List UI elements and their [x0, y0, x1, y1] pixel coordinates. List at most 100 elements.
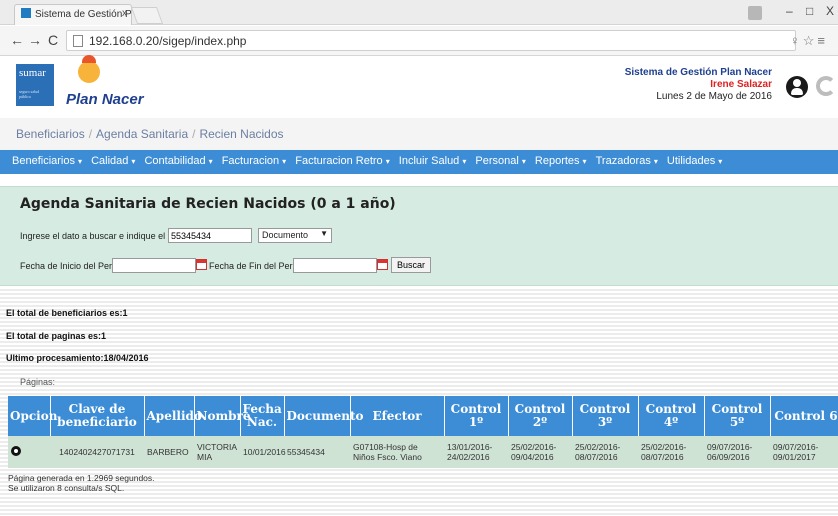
browser-tab-bar: Sistema de Gestión Plan N x – □ X — [0, 0, 838, 25]
caret-down-icon: ▾ — [77, 157, 82, 166]
caret-down-icon: ▾ — [582, 157, 587, 166]
table-row: 1402402427071731 BARBERO VICTORIA MIA 10… — [8, 436, 838, 468]
search-button[interactable]: Buscar — [391, 257, 432, 273]
sumar-logo-text: sumar — [19, 67, 46, 79]
page-icon — [73, 35, 83, 47]
menu-label: Facturacion Retro — [295, 155, 383, 167]
menu-reportes[interactable]: Reportes ▾ — [535, 155, 587, 167]
search-input[interactable] — [168, 228, 252, 243]
menu-label: Beneficiarios — [12, 155, 75, 167]
maximize-icon[interactable]: □ — [806, 4, 813, 18]
column-header: Opcion — [8, 396, 57, 436]
menu-label: Reportes — [534, 155, 580, 167]
new-tab-button[interactable] — [130, 7, 164, 24]
caret-down-icon: ▾ — [282, 157, 287, 166]
menu-contabilidad[interactable]: Contabilidad ▾ — [144, 155, 212, 167]
sql-query-count: Se utilizaron 8 consulta/s SQL. — [8, 483, 125, 493]
end-date-input[interactable] — [293, 258, 377, 273]
back-icon[interactable]: ← — [10, 32, 24, 48]
column-header: Control 5º — [704, 396, 771, 436]
menu-label: Facturacion — [221, 155, 280, 167]
caret-down-icon: ▾ — [131, 157, 136, 166]
breadcrumb: Beneficiarios / Agenda Sanitaria / Recien Na… — [0, 118, 838, 150]
sumar-logo-sub: seguro salud pública — [19, 89, 40, 99]
column-header: Fecha Nac. — [240, 396, 285, 436]
menu-calidad[interactable]: Calidad ▾ — [91, 155, 135, 167]
logout-icon[interactable] — [816, 76, 836, 96]
menu-beneficiarios[interactable]: Beneficiarios ▾ — [12, 155, 82, 167]
table-header-row: Opcion Clave de beneficiario Apellido No… — [8, 396, 838, 436]
ultimo-procesamiento: Ultimo procesamiento:18/04/2016 — [6, 353, 149, 363]
menu-incluir-salud[interactable]: Incluir Salud ▾ — [399, 155, 467, 167]
breadcrumb-item-beneficiarios[interactable]: Beneficiarios — [16, 127, 85, 141]
column-header: Clave de beneficiario — [50, 396, 145, 436]
column-header: Nombre — [194, 396, 251, 436]
menu-personal[interactable]: Personal ▾ — [475, 155, 525, 167]
table-cell: 1402402427071731 — [50, 436, 144, 468]
calendar-icon[interactable] — [377, 259, 388, 270]
url-text: 192.168.0.20/sigep/index.php — [89, 34, 247, 48]
breadcrumb-separator: / — [88, 127, 93, 141]
main-menu: Beneficiarios ▾ Calidad ▾ Contabilidad ▾ Fa… — [0, 150, 838, 174]
view-icon[interactable] — [11, 446, 21, 456]
table-cell: VICTORIA MIA — [194, 436, 240, 468]
system-info: Sistema de Gestión Plan Nacer Irene Sala… — [625, 67, 772, 103]
table-cell: BARBERO — [144, 436, 194, 468]
browser-tab[interactable]: Sistema de Gestión Plan N x — [14, 4, 132, 25]
calendar-icon[interactable] — [196, 259, 207, 270]
column-header: Documento — [284, 396, 364, 436]
column-header: Control 1º — [444, 396, 509, 436]
address-bar-icons[interactable]: ♀☆≡ — [790, 33, 828, 49]
menu-utilidades[interactable]: Utilidades ▾ — [667, 155, 722, 167]
footer-note: Página generada en 1.2969 segundos. Se u… — [8, 473, 155, 493]
menu-label: Trazadoras — [595, 155, 651, 167]
close-window-icon[interactable]: X — [826, 4, 834, 18]
total-beneficiarios: El total de beneficiarios es:1 — [6, 308, 128, 318]
menu-trazadoras[interactable]: Trazadoras ▾ — [596, 155, 658, 167]
system-title: Sistema de Gestión Plan Nacer — [624, 67, 772, 78]
start-date-input[interactable] — [112, 258, 196, 273]
reload-icon[interactable]: C — [48, 32, 58, 48]
caret-down-icon: ▾ — [208, 157, 213, 166]
caret-down-icon: ▾ — [521, 157, 526, 166]
column-header: Efector — [350, 396, 445, 436]
table-cell: 25/02/2016- 08/07/2016 — [572, 436, 638, 468]
breadcrumb-separator: / — [192, 127, 196, 141]
menu-facturacion-retro[interactable]: Facturacion Retro ▾ — [295, 155, 389, 167]
column-header: Control 3º — [572, 396, 639, 436]
caret-down-icon: ▾ — [718, 157, 723, 166]
favicon-icon — [21, 8, 31, 18]
table-cell: 10/01/2016 — [240, 436, 286, 468]
tab-close-icon[interactable]: x — [122, 8, 127, 19]
caret-down-icon: ▾ — [653, 157, 658, 166]
table-cell: 09/07/2016- 06/09/2016 — [704, 436, 770, 468]
column-header: Apellido — [144, 396, 202, 436]
breadcrumb-item-agenda[interactable]: Agenda Sanitaria — [96, 127, 188, 141]
column-header: Control 2º — [508, 396, 573, 436]
site-header: sumar seguro salud pública Plan Nacer Si… — [0, 55, 838, 118]
sumar-logo: sumar seguro salud pública — [16, 64, 54, 106]
table-cell: 09/07/2016- 09/01/2017 — [770, 436, 838, 468]
url-input[interactable]: 192.168.0.20/sigep/index.php — [66, 30, 796, 51]
forward-icon[interactable]: → — [28, 32, 42, 48]
field-select-value: Documento — [262, 230, 309, 240]
table-cell: G07108-Hosp de Niños Fsco. Viano — [350, 436, 444, 468]
user-icon[interactable] — [786, 76, 808, 98]
page-generation-time: Página generada en 1.2969 segundos. — [8, 473, 155, 483]
breadcrumb-item-recien-nacidos: Recien Nacidos — [199, 127, 284, 141]
menu-facturacion[interactable]: Facturacion ▾ — [222, 155, 287, 167]
minimize-icon[interactable]: – — [786, 4, 793, 18]
user-name: Irene Salazar — [710, 79, 772, 90]
tab-title: Sistema de Gestión Plan N — [35, 9, 132, 20]
menu-label: Utilidades — [666, 155, 716, 167]
dropdown-arrow-icon: ▼ — [320, 229, 328, 238]
menu-label: Incluir Salud — [398, 155, 460, 167]
field-select[interactable]: Documento ▼ — [258, 228, 332, 243]
total-paginas: El total de paginas es:1 — [6, 331, 107, 341]
plan-nacer-logo-icon — [78, 55, 100, 83]
results-table: Opcion Clave de beneficiario Apellido No… — [8, 396, 838, 468]
profile-icon[interactable] — [748, 6, 762, 20]
plan-nacer-logo-text: Plan Nacer — [66, 91, 144, 108]
search-panel: Agenda Sanitaria de Recien Nacidos (0 a … — [0, 186, 838, 286]
menu-label: Calidad — [91, 155, 129, 167]
